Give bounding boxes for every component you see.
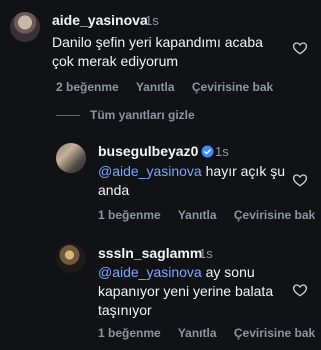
reply-text-part: ay sonu (201, 264, 255, 280)
hide-replies-label: Tüm yanıtları gizle (90, 108, 195, 122)
comment-actions: 2 beğenme Yanıtla Çevirisine bak (56, 80, 287, 94)
reply-text-part: hayır açık şu (201, 163, 285, 179)
verified-badge-icon (201, 145, 214, 158)
reply-text-line: anda (98, 182, 130, 198)
avatar[interactable] (56, 243, 86, 273)
reply-actions: 1 beğenme Yanıtla Çevirisine bak (98, 208, 321, 222)
comment-time: 1s (145, 13, 159, 28)
avatar[interactable] (10, 12, 40, 42)
comment-username[interactable]: aide_yasinova (52, 12, 148, 28)
divider-line (56, 114, 80, 116)
heart-icon[interactable] (292, 172, 308, 188)
mention-link[interactable]: @aide_yasinova (98, 264, 202, 280)
reply-button[interactable]: Yanıtla (178, 326, 217, 340)
reply-username-text: busegulbeyaz0 (98, 143, 199, 159)
reply-text-line: kapanıyor yeni yerine balata (98, 283, 274, 299)
reply-text-line: taşınıyor (98, 302, 152, 318)
likes-count[interactable]: 1 beğenme (98, 208, 161, 222)
reply-time: 1s (215, 144, 229, 159)
heart-icon[interactable] (292, 282, 308, 298)
translate-button[interactable]: Çevirisine bak (234, 208, 315, 222)
reply-username[interactable]: sssln_saglamm (98, 245, 202, 261)
likes-count[interactable]: 1 beğenme (98, 326, 161, 340)
reply-text: @aide_yasinova hayır açık şu anda (98, 162, 285, 200)
comment-text-line: çok merak ediyorum (52, 53, 179, 69)
reply-text: @aide_yasinova ay sonu kapanıyor yeni ye… (98, 263, 273, 320)
translate-button[interactable]: Çevirisine bak (234, 326, 315, 340)
comment-text: Danilo şefin yeri kapandımı acaba çok me… (52, 33, 263, 71)
mention-link[interactable]: @aide_yasinova (98, 163, 202, 179)
heart-icon[interactable] (292, 40, 308, 56)
translate-button[interactable]: Çevirisine bak (192, 80, 273, 94)
reply-button[interactable]: Yanıtla (136, 80, 175, 94)
hide-replies-button[interactable]: Tüm yanıtları gizle (56, 108, 195, 122)
likes-count[interactable]: 2 beğenme (56, 80, 119, 94)
reply-time: 1s (199, 246, 213, 261)
reply-actions: 1 beğenme Yanıtla Çevirisine bak (98, 326, 321, 340)
comment-text-line: Danilo şefin yeri kapandımı acaba (52, 34, 263, 50)
reply-button[interactable]: Yanıtla (178, 208, 217, 222)
avatar[interactable] (56, 143, 86, 173)
reply-username[interactable]: busegulbeyaz0 (98, 143, 214, 159)
